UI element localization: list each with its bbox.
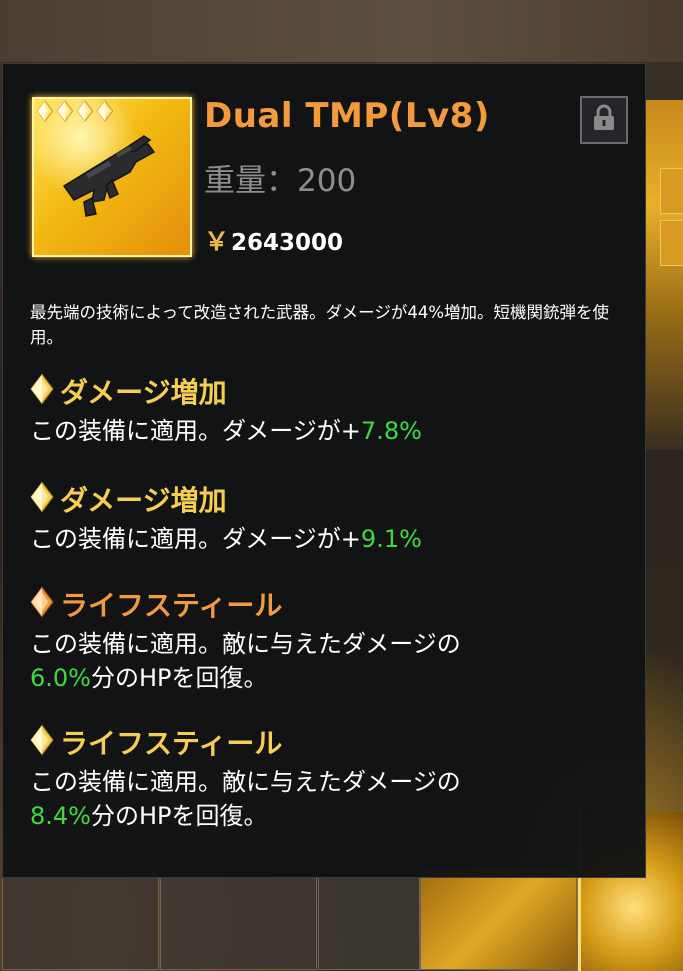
- perk-name: ライフスティール: [60, 727, 283, 760]
- diamond-gem-icon: [30, 724, 54, 760]
- perk-text-suffix: 分のHPを回復。: [90, 664, 268, 692]
- perk-header: ダメージ増加: [30, 480, 640, 518]
- right-tab[interactable]: [660, 220, 683, 266]
- perk-text: この装備に適用。ダメージが+: [30, 417, 361, 445]
- price-value: 2643000: [231, 230, 344, 256]
- diamond-gem-icon: [30, 586, 54, 622]
- diamond-star-icon: [56, 100, 74, 122]
- perk-name: ダメージ増加: [60, 484, 227, 517]
- perk-value: 8.4%: [30, 802, 91, 830]
- lock-button[interactable]: [580, 96, 628, 144]
- top-bar-background: [0, 0, 683, 62]
- diamond-star-icon: [96, 100, 114, 122]
- perk-description: この装備に適用。敵に与えたダメージの 6.0%分のHPを回復。: [30, 627, 640, 695]
- perk-item: ダメージ増加この装備に適用。ダメージが+7.8%: [30, 372, 640, 448]
- lock-icon: [591, 104, 617, 136]
- perk-description: この装備に適用。敵に与えたダメージの 8.4%分のHPを回復。: [30, 765, 640, 833]
- perk-item: ライフスティールこの装備に適用。敵に与えたダメージの 6.0%分のHPを回復。: [30, 585, 640, 695]
- perk-value: 6.0%: [30, 664, 91, 692]
- perk-text: この装備に適用。ダメージが+: [30, 525, 361, 553]
- submachine-gun-icon: [56, 128, 161, 222]
- perk-name: ライフスティール: [60, 589, 283, 622]
- diamond-star-icon: [76, 100, 94, 122]
- inventory-slot[interactable]: [420, 868, 577, 970]
- perk-name: ダメージ増加: [60, 376, 227, 409]
- weight-label: 重量：: [204, 163, 297, 199]
- right-tab[interactable]: [660, 168, 683, 214]
- perk-item: ライフスティールこの装備に適用。敵に与えたダメージの 8.4%分のHPを回復。: [30, 723, 640, 833]
- right-panel-background: [646, 100, 683, 450]
- item-price: ￥2643000: [204, 222, 343, 258]
- inventory-slot[interactable]: [160, 868, 317, 970]
- item-description: 最先端の技術によって改造された武器。ダメージが44%増加。短機関銃弾を使用。: [30, 303, 610, 347]
- perk-header: ダメージ増加: [30, 372, 640, 410]
- weight-value: 200: [297, 163, 357, 199]
- perk-text: この装備に適用。敵に与えたダメージの: [30, 630, 461, 658]
- perk-text: この装備に適用。敵に与えたダメージの: [30, 768, 461, 796]
- diamond-gem-icon: [30, 373, 54, 409]
- inventory-slot[interactable]: [318, 868, 420, 970]
- perk-item: ダメージ増加この装備に適用。ダメージが+9.1%: [30, 480, 640, 556]
- diamond-gem-icon: [30, 481, 54, 517]
- yen-icon: ￥: [204, 227, 230, 256]
- perk-description: この装備に適用。ダメージが+9.1%: [30, 522, 640, 556]
- item-weight: 重量：200: [204, 155, 356, 200]
- perk-value: 7.8%: [360, 417, 422, 445]
- perk-description: この装備に適用。ダメージが+7.8%: [30, 414, 640, 448]
- diamond-star-icon: [36, 100, 54, 122]
- perk-header: ライフスティール: [30, 723, 640, 761]
- item-name: Dual TMP(Lv8): [204, 96, 490, 136]
- inventory-slot[interactable]: [2, 868, 159, 970]
- perk-value: 9.1%: [360, 525, 422, 553]
- perk-header: ライフスティール: [30, 585, 640, 623]
- perk-text-suffix: 分のHPを回復。: [90, 802, 268, 830]
- rarity-stars: [36, 100, 114, 122]
